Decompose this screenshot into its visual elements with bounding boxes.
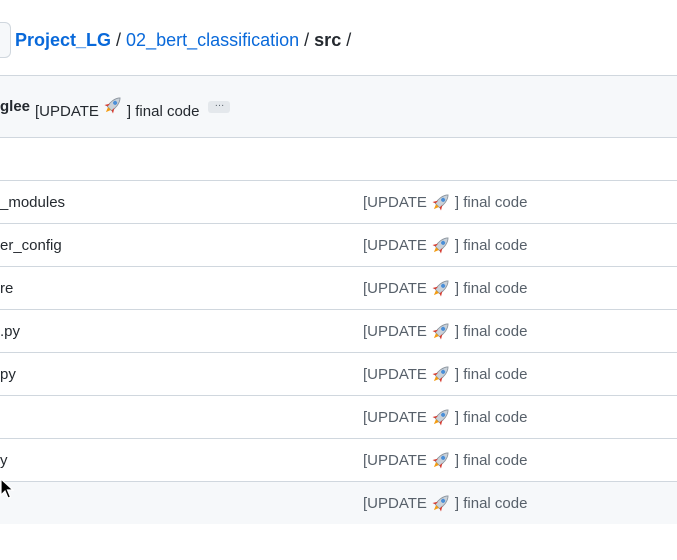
breadcrumb-folder-link[interactable]: 02_bert_classification [126,30,299,51]
file-commit-message[interactable]: [UPDATE] final code [363,449,527,471]
rocket-icon [432,452,449,469]
breadcrumb-separator: / [116,29,122,50]
commit-author[interactable]: glee [0,98,30,115]
file-commit-message[interactable]: [UPDATE] final code [363,406,527,428]
file-row[interactable]: [UPDATE] final code [0,396,677,439]
rocket-icon [432,323,449,340]
file-row[interactable]: .py [UPDATE] final code [0,310,677,353]
file-row[interactable]: er_config [UPDATE] final code [0,224,677,267]
file-commit-message[interactable]: [UPDATE] final code [363,277,527,299]
file-commit-message[interactable]: [UPDATE] final code [363,191,527,213]
rocket-icon [432,194,449,211]
branch-select-button[interactable] [0,22,11,58]
breadcrumb-separator: / [304,29,310,50]
expand-commit-message-button[interactable]: … [208,98,231,113]
breadcrumb-repo-link[interactable]: Project_LG [15,30,111,51]
breadcrumb-trailing-slash: / [346,29,352,50]
file-commit-message[interactable]: [UPDATE] final code [363,320,527,342]
file-name-link[interactable]: _modules [0,194,65,211]
file-commit-message[interactable]: [UPDATE] final code [363,234,527,256]
rocket-icon [432,366,449,383]
file-name-link[interactable]: y [0,452,8,469]
breadcrumb: Project_LG / 02_bert_classification / sr… [0,22,677,58]
rocket-icon [432,409,449,426]
file-row[interactable]: _modules [UPDATE] final code [0,181,677,224]
rocket-icon [104,97,121,113]
rocket-icon [432,495,449,512]
file-row[interactable]: re [UPDATE] final code [0,267,677,310]
file-name-link[interactable]: er_config [0,237,62,254]
latest-commit-bar: glee [UPDATE] final code … [0,76,677,138]
file-commit-message[interactable]: [UPDATE] final code [363,492,527,514]
file-row[interactable]: y [UPDATE] final code [0,439,677,482]
file-name-link[interactable]: .py [0,323,20,340]
commit-message[interactable]: [UPDATE] final code [35,94,199,120]
rocket-icon [432,280,449,297]
parent-directory-row[interactable] [0,138,677,181]
file-row[interactable]: py [UPDATE] final code [0,353,677,396]
file-commit-message[interactable]: [UPDATE] final code [363,363,527,385]
file-browser: glee [UPDATE] final code … _modules [UPDA… [0,75,677,524]
file-name-link[interactable]: re [0,280,13,297]
breadcrumb-current: src [314,29,342,50]
file-name-link[interactable]: py [0,366,16,383]
file-row[interactable]: [UPDATE] final code [0,482,677,524]
rocket-icon [432,237,449,254]
mouse-cursor-icon [0,478,14,499]
